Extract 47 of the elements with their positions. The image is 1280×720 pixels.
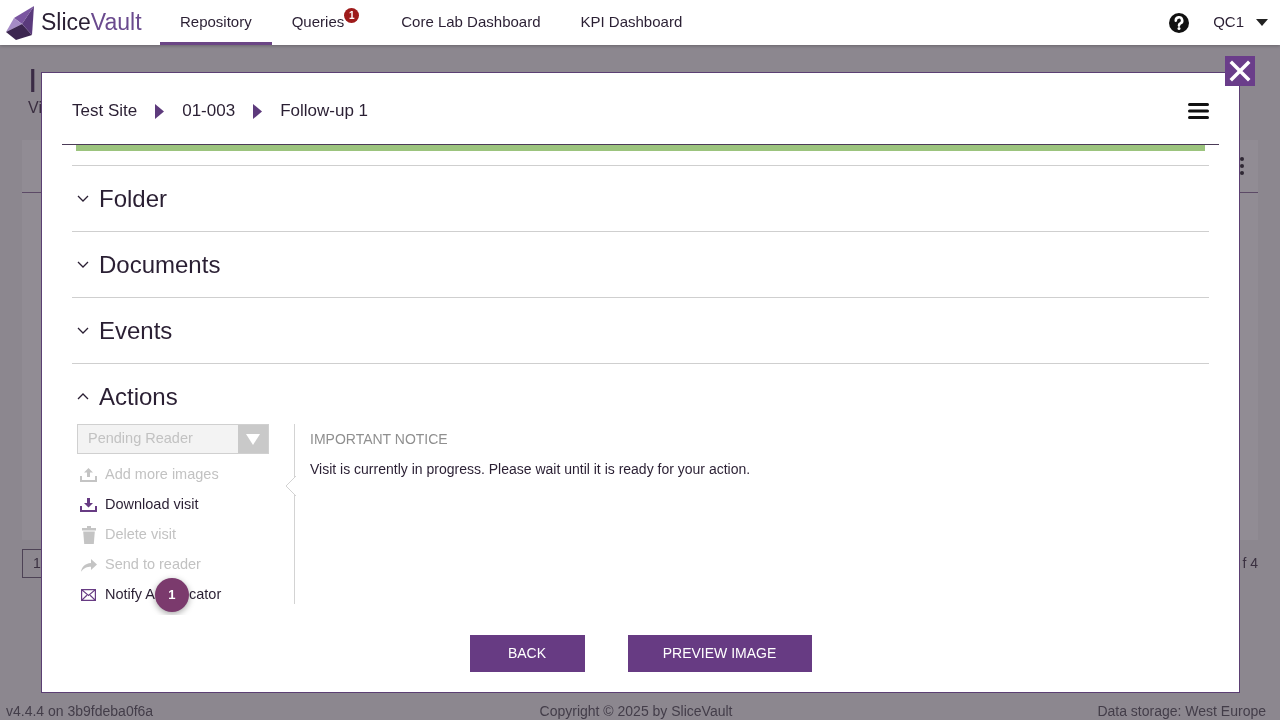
chevron-up-icon[interactable] xyxy=(77,393,89,400)
back-button[interactable]: BACK xyxy=(469,635,585,672)
breadcrumb-arrow-icon xyxy=(253,103,263,119)
dropdown-arrow-icon xyxy=(246,433,260,445)
preview-image-button[interactable]: PREVIEW IMAGE xyxy=(627,635,812,672)
data-storage-text: Data storage: West Europe xyxy=(1097,702,1266,720)
upload-icon xyxy=(80,468,97,482)
envelope-icon xyxy=(81,589,96,601)
section-header[interactable]: Events xyxy=(99,312,173,349)
kebab-menu-icon[interactable] xyxy=(1240,157,1244,175)
notification-badge: 1 xyxy=(344,8,360,23)
logo-icon xyxy=(5,4,35,41)
breadcrumb-item[interactable]: Follow-up 1 xyxy=(280,98,368,124)
share-arrow-icon xyxy=(80,558,97,572)
close-button[interactable] xyxy=(1225,56,1255,86)
page-subtitle: Vi xyxy=(27,99,42,117)
action-link-tail[interactable]: cator xyxy=(188,584,222,606)
page-title: I xyxy=(27,62,38,99)
trash-icon xyxy=(81,526,96,544)
breadcrumb-item[interactable]: 01-003 xyxy=(182,98,236,124)
notice-text: Visit is currently in progress. Please wait until it is ready for your action. xyxy=(310,460,751,479)
nav-tab[interactable]: Core Lab Dashboard xyxy=(381,0,561,45)
help-icon[interactable] xyxy=(1169,12,1190,33)
step-marker[interactable]: 1 xyxy=(154,578,189,612)
chevron-down-icon[interactable] xyxy=(77,327,89,334)
action-link[interactable]: Download visit xyxy=(105,494,199,516)
chevron-down-icon[interactable] xyxy=(77,195,89,202)
menu-icon[interactable] xyxy=(1188,103,1209,119)
section-header[interactable]: Folder xyxy=(99,180,168,217)
brand-name[interactable]: SliceVault xyxy=(41,5,142,40)
breadcrumb-item[interactable]: Test Site xyxy=(72,98,138,124)
version-text: v4.4.4 on 3b9fdeba0f6a xyxy=(6,702,155,720)
page-count-text: f 4 xyxy=(1242,554,1258,573)
chevron-down-icon[interactable] xyxy=(77,261,89,268)
notice-heading: IMPORTANT NOTICE xyxy=(310,430,448,449)
nav-tab[interactable]: Queries xyxy=(271,0,345,45)
section-header[interactable]: Documents xyxy=(99,246,221,283)
section-header[interactable]: Actions xyxy=(99,378,178,415)
nav-tab[interactable]: Repository xyxy=(160,0,272,45)
close-icon xyxy=(1229,60,1251,82)
download-icon xyxy=(80,498,97,512)
action-link[interactable]: Notify A xyxy=(105,584,155,606)
user-menu-button[interactable]: QC1 xyxy=(1213,11,1268,34)
breadcrumb-arrow-icon xyxy=(155,103,165,119)
copyright-text: Copyright © 2025 by SliceVault xyxy=(539,702,733,720)
caret-icon xyxy=(1256,19,1268,26)
nav-tab[interactable]: KPI Dashboard xyxy=(560,0,703,45)
